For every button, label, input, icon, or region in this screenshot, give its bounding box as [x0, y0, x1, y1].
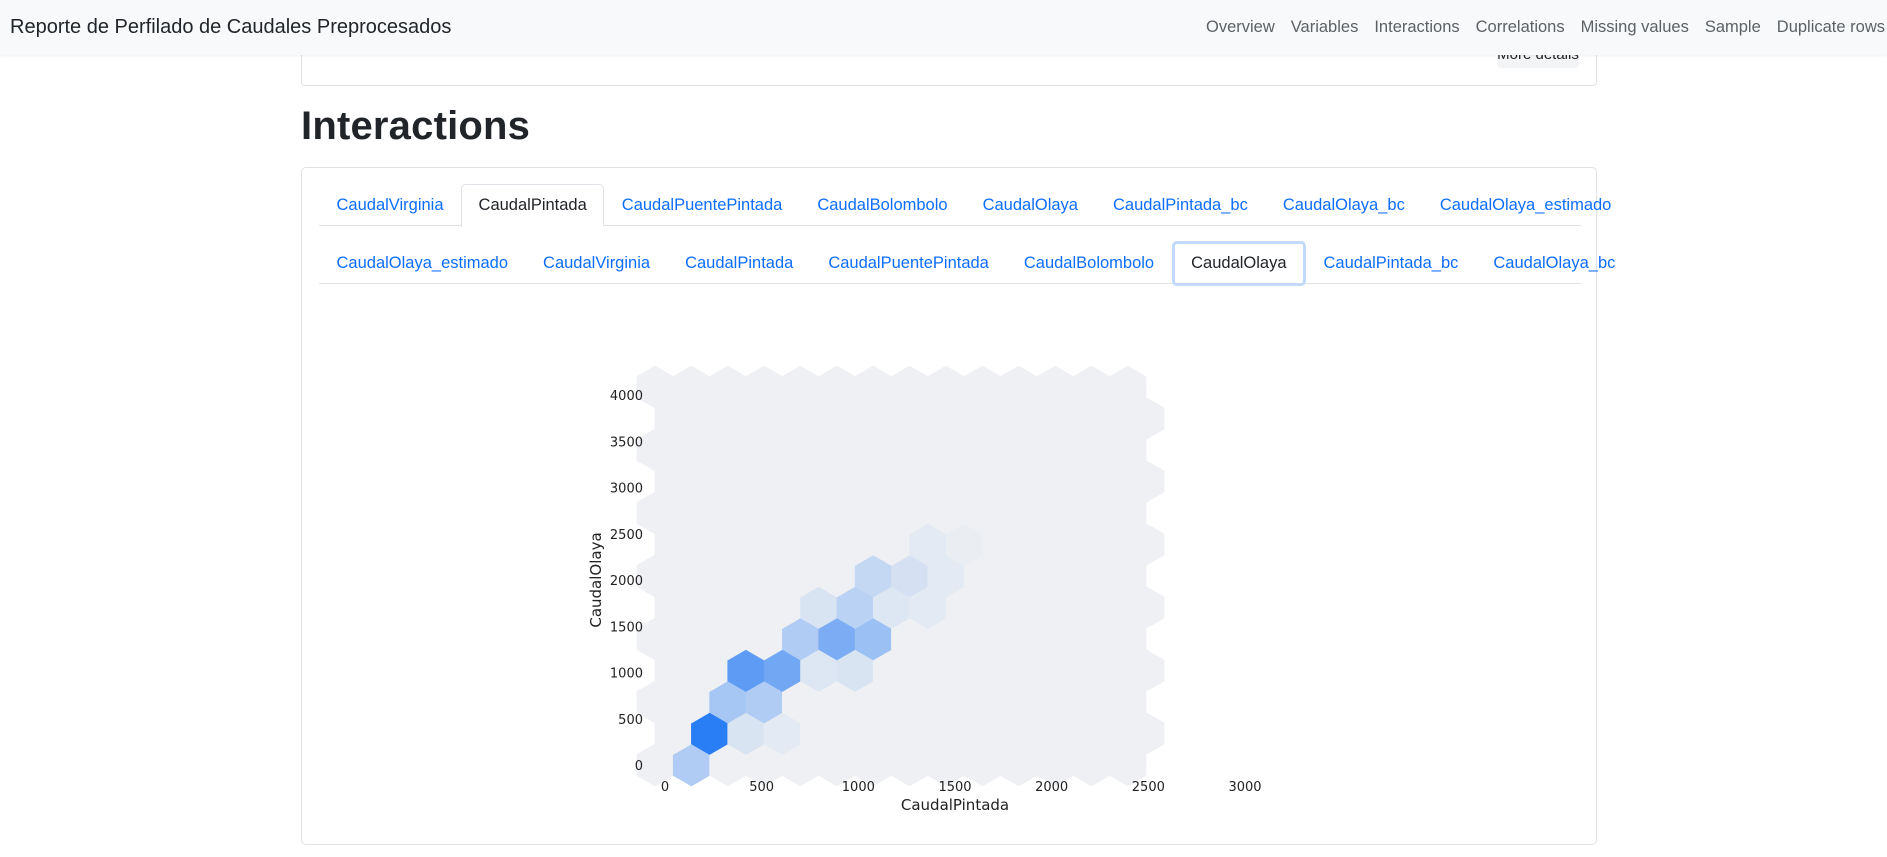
x-tick-label: 1500 [938, 780, 971, 795]
nav-link-missing-values[interactable]: Missing values [1581, 18, 1689, 37]
tab-outer-caudalpintada-bc[interactable]: CaudalPintada_bc [1095, 184, 1265, 226]
nav-link-interactions[interactable]: Interactions [1374, 18, 1459, 37]
tab-inner-caudalpuentepintada[interactable]: CaudalPuentePintada [811, 242, 1007, 284]
outer-tab-bar: CaudalVirginia CaudalPintada CaudalPuent… [319, 184, 1611, 227]
x-tick-label: 0 [661, 780, 669, 795]
tab-outer-caudalolaya[interactable]: CaudalOlaya [965, 184, 1095, 226]
y-tick-label: 500 [618, 713, 643, 728]
x-tick-label: 500 [749, 780, 774, 795]
y-tick-label: 1000 [610, 667, 643, 682]
nav-link-variables[interactable]: Variables [1291, 18, 1359, 37]
nav-link-overview[interactable]: Overview [1206, 18, 1275, 37]
hexbin-cells [636, 365, 1165, 787]
tab-inner-caudalolaya-estimado[interactable]: CaudalOlaya_estimado [319, 242, 526, 284]
nav-links: Overview Variables Interactions Correlat… [1190, 18, 1887, 37]
tab-outer-caudalvirginia[interactable]: CaudalVirginia [319, 184, 461, 226]
tab-outer-caudalpuentepintada[interactable]: CaudalPuentePintada [604, 184, 800, 226]
x-tick-label: 3000 [1228, 780, 1261, 795]
tab-inner-caudalpintada-bc[interactable]: CaudalPintada_bc [1306, 242, 1476, 284]
tab-outer-caudalpintada[interactable]: CaudalPintada [461, 184, 605, 227]
y-tick-label: 4000 [610, 389, 643, 404]
x-tick-label: 2500 [1132, 780, 1165, 795]
tab-outer-caudalbolombolo[interactable]: CaudalBolombolo [800, 184, 965, 226]
tab-inner-caudalvirginia[interactable]: CaudalVirginia [526, 242, 668, 284]
inner-tab-bar: CaudalOlaya_estimado CaudalVirginia Caud… [319, 241, 1615, 286]
tab-inner-caudalbolombolo[interactable]: CaudalBolombolo [1006, 242, 1171, 284]
nav-link-correlations[interactable]: Correlations [1476, 18, 1565, 37]
section-title: Interactions [301, 104, 531, 148]
y-tick-label: 3000 [610, 482, 643, 497]
tab-inner-caudalolaya-bc[interactable]: CaudalOlaya_bc [1476, 242, 1633, 284]
hexbin-chart: 0 500 1000 1500 2000 2500 3000 0 500 1000 1500 2000… [587, 365, 1262, 814]
y-tick-label: 2500 [610, 528, 643, 543]
nav-link-duplicate-rows[interactable]: Duplicate rows [1777, 18, 1885, 37]
tab-outer-caudalolaya-estimado[interactable]: CaudalOlaya_estimado [1422, 184, 1629, 226]
x-axis-label: CaudalPintada [901, 796, 1009, 814]
y-tick-label: 0 [635, 759, 643, 774]
x-tick-label: 1000 [842, 780, 875, 795]
top-navbar: Reporte de Perfilado de Caudales Preproc… [0, 0, 1887, 55]
report-title[interactable]: Reporte de Perfilado de Caudales Preproc… [10, 16, 451, 39]
x-tick-label: 2000 [1035, 780, 1068, 795]
tab-outer-caudalolaya-bc[interactable]: CaudalOlaya_bc [1265, 184, 1422, 226]
nav-link-sample[interactable]: Sample [1705, 18, 1761, 37]
tab-inner-caudalolaya[interactable]: CaudalOlaya [1171, 241, 1307, 286]
y-axis-label: CaudalOlaya [587, 532, 605, 627]
y-tick-label: 2000 [610, 574, 643, 589]
tab-inner-caudalpintada[interactable]: CaudalPintada [668, 242, 811, 284]
y-tick-label: 1500 [610, 620, 643, 635]
y-tick-label: 3500 [610, 435, 643, 450]
